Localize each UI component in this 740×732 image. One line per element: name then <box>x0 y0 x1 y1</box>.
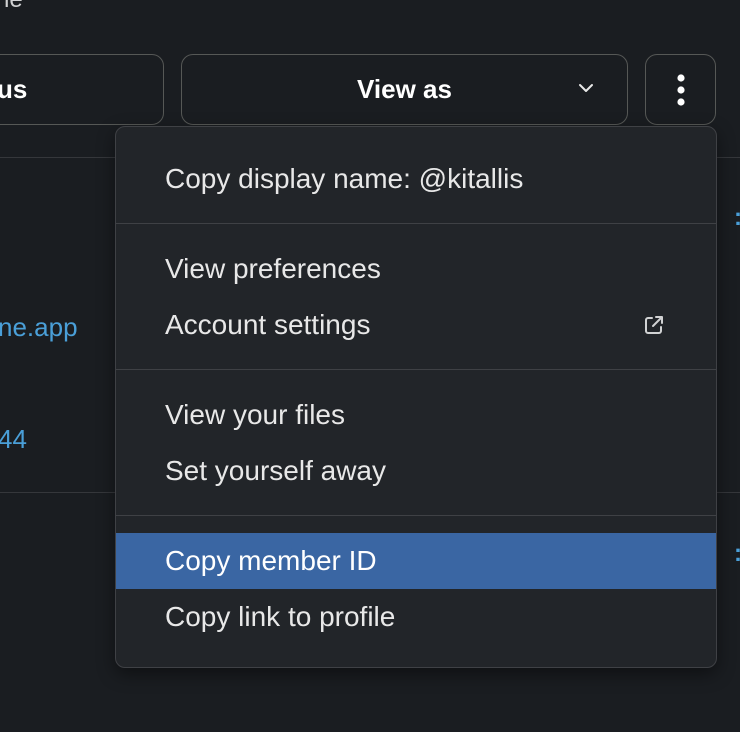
status-button-label: us <box>0 74 28 104</box>
background-link-email[interactable]: ne.app <box>0 312 78 343</box>
background-edge-mark: : <box>734 540 740 568</box>
cropped-heading-text: ne <box>0 0 23 14</box>
menu-item-label: Set yourself away <box>165 455 386 486</box>
menu-item-label: Account settings <box>165 309 371 340</box>
menu-item-label: View preferences <box>165 253 381 284</box>
menu-divider <box>116 369 716 370</box>
menu-item-view-your-files[interactable]: View your files <box>116 387 716 443</box>
background-link-phone[interactable]: 44 <box>0 424 27 455</box>
profile-actions-menu: Copy display name: @kitallis View prefer… <box>115 126 717 668</box>
vertical-ellipsis-icon <box>676 73 685 106</box>
menu-item-set-away[interactable]: Set yourself away <box>116 443 716 499</box>
menu-item-copy-link-to-profile[interactable]: Copy link to profile <box>116 589 716 645</box>
menu-item-view-preferences[interactable]: View preferences <box>116 241 716 297</box>
chevron-down-icon <box>579 84 593 92</box>
menu-item-label: Copy link to profile <box>165 601 396 632</box>
view-as-label: View as <box>357 74 452 104</box>
view-as-button[interactable]: View as <box>181 54 628 125</box>
menu-item-label: Copy display name: @kitallis <box>165 163 524 194</box>
external-link-icon <box>645 316 663 334</box>
menu-divider <box>116 223 716 224</box>
more-actions-button[interactable] <box>645 54 716 125</box>
menu-item-label: Copy member ID <box>165 545 377 576</box>
menu-divider <box>116 515 716 516</box>
status-button[interactable]: us <box>0 54 164 125</box>
app-root: ne us View as ne.app 44 : : Copy display… <box>0 0 740 732</box>
background-edge-mark: : <box>734 204 740 232</box>
menu-item-copy-member-id[interactable]: Copy member ID <box>116 533 716 589</box>
menu-item-account-settings[interactable]: Account settings <box>116 297 716 353</box>
menu-item-label: View your files <box>165 399 346 430</box>
menu-item-copy-display-name[interactable]: Copy display name: @kitallis <box>116 151 716 207</box>
